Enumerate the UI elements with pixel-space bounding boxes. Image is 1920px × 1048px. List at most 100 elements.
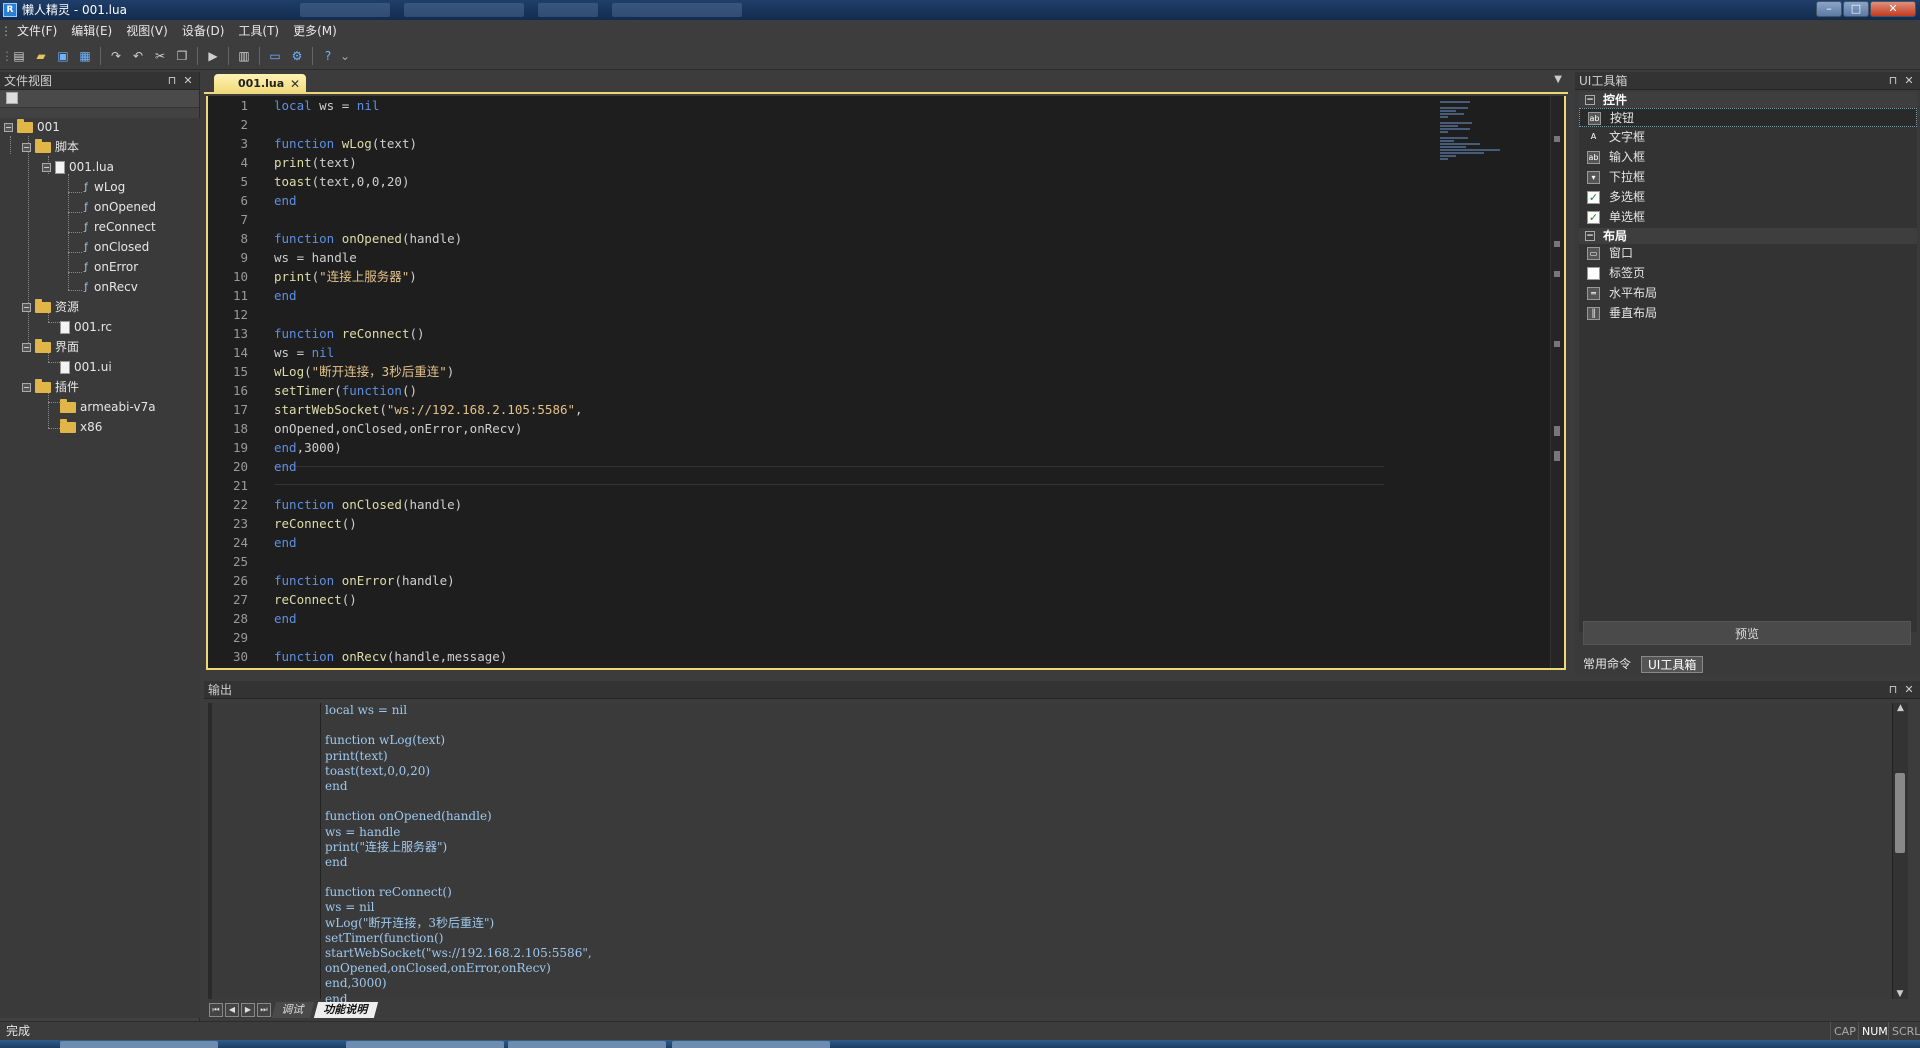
- redo-icon[interactable]: ↷: [106, 46, 126, 66]
- minimize-button[interactable]: –: [1816, 1, 1842, 17]
- preview-button[interactable]: 预览: [1583, 621, 1911, 645]
- code-editor[interactable]: 1 2 3 4 5 6 7 8 9 10 11 12 13 14 15 16 17 18 19 20 21 22 23 24 2…: [206, 96, 1566, 670]
- tab-list-dropdown-icon[interactable]: ▼: [1554, 74, 1562, 85]
- prev-tab-icon[interactable]: ◀: [225, 1003, 239, 1017]
- editor-area: 001.lua ✕ ▼ 1 2 3 4 5 6 7 8 9 10 11 12 13 14 15 16 17 18 1…: [204, 72, 1568, 672]
- status-bar: 完成 CAP NUM SCRL: [0, 1021, 1920, 1041]
- tree-node-function[interactable]: ƒ onRecv: [82, 278, 138, 296]
- tree-node-function[interactable]: ƒ onClosed: [82, 238, 149, 256]
- toolbox-item-tabpage[interactable]: 标签页: [1579, 264, 1917, 283]
- app-icon: R: [3, 3, 17, 17]
- code-line: function onOpened(handle): [274, 231, 463, 246]
- tree-node-lua-file[interactable]: −001.lua: [42, 158, 114, 176]
- pin-icon[interactable]: ⊓: [1886, 72, 1900, 90]
- tree-node-scripts[interactable]: − 脚本: [22, 138, 79, 156]
- code-line: wLog("断开连接，3秒后重连"): [274, 364, 455, 379]
- last-tab-icon[interactable]: ⏭: [257, 1003, 271, 1017]
- tab-function-docs[interactable]: 功能说明: [313, 1002, 379, 1018]
- save-icon[interactable]: ▣: [53, 46, 73, 66]
- output-line: print("连接上服务器"): [325, 839, 448, 854]
- device-icon[interactable]: ▭: [265, 46, 285, 66]
- output-line: function reConnect(): [325, 885, 452, 900]
- tabpage-layout-icon: [1587, 267, 1600, 280]
- toolbar-overflow-icon[interactable]: ⌄: [340, 46, 350, 66]
- folder-icon: [17, 119, 33, 133]
- tree-node-ui[interactable]: − 界面: [22, 338, 79, 356]
- maximize-button[interactable]: □: [1843, 1, 1869, 17]
- run-script-icon[interactable]: ▶: [203, 46, 223, 66]
- code-minimap[interactable]: [1440, 100, 1510, 200]
- next-tab-icon[interactable]: ▶: [241, 1003, 255, 1017]
- close-tab-icon[interactable]: ✕: [290, 74, 300, 94]
- tab-001-lua[interactable]: 001.lua ✕: [214, 74, 306, 94]
- debug-icon[interactable]: ▥: [234, 46, 254, 66]
- toolbox-item-input[interactable]: ab 输入框: [1579, 148, 1917, 167]
- pin-icon[interactable]: ⊓: [165, 72, 179, 90]
- function-icon: ƒ: [84, 221, 88, 233]
- menu-more[interactable]: 更多(M): [286, 20, 344, 42]
- editor-vertical-scrollbar[interactable]: [1550, 96, 1564, 668]
- output-log[interactable]: local ws = nil function wLog(text) print(t…: [320, 703, 1888, 1006]
- undo-icon[interactable]: ↶: [128, 46, 148, 66]
- tree-node-resources[interactable]: − 资源: [22, 298, 79, 316]
- menu-view[interactable]: 视图(V): [119, 20, 175, 42]
- menu-edit[interactable]: 编辑(E): [64, 20, 119, 42]
- function-icon: ƒ: [84, 181, 88, 193]
- tree-node-function[interactable]: ƒ wLog: [82, 178, 125, 196]
- copy-icon[interactable]: ❐: [172, 46, 192, 66]
- toolbox-item-vlayout[interactable]: ║ 垂直布局: [1579, 304, 1917, 323]
- tab-common-commands[interactable]: 常用命令: [1577, 656, 1637, 673]
- code-line: function reConnect(): [274, 326, 425, 341]
- close-icon[interactable]: ✕: [1902, 72, 1916, 90]
- file-icon: [55, 161, 65, 174]
- toolbox-item-textview[interactable]: A 文字框: [1579, 128, 1917, 147]
- toolbox-item-button[interactable]: ab 按钮: [1579, 108, 1917, 127]
- tree-node-function[interactable]: ƒ reConnect: [82, 218, 155, 236]
- line-number-gutter: 1 2 3 4 5 6 7 8 9 10 11 12 13 14 15 16 17 18 19 20 21 22 23 24 2…: [232, 98, 248, 664]
- group-controls[interactable]: − 控件: [1579, 92, 1917, 108]
- tree-node-function[interactable]: ƒ onError: [82, 258, 138, 276]
- tree-node-function[interactable]: ƒ onOpened: [82, 198, 156, 216]
- tab-ui-toolbox[interactable]: UI工具箱: [1641, 656, 1704, 673]
- new-file-icon[interactable]: ▤: [9, 46, 29, 66]
- close-icon[interactable]: ✕: [1902, 681, 1916, 699]
- tree-node-plugin-folder[interactable]: armeabi-v7a: [60, 398, 156, 416]
- help-icon[interactable]: ?: [318, 46, 338, 66]
- menu-tools[interactable]: 工具(T): [231, 20, 286, 42]
- refresh-icon[interactable]: [6, 92, 18, 104]
- tree-node-ui-file[interactable]: 001.ui: [60, 358, 112, 376]
- toolbox-item-checkbox[interactable]: ✓ 多选框: [1579, 188, 1917, 207]
- tree-node-plugin-folder[interactable]: x86: [60, 418, 102, 436]
- title-bar: R 懒人精灵 - 001.lua – □ ✕: [0, 0, 1920, 20]
- tree-node-root[interactable]: −001: [4, 118, 60, 136]
- output-vertical-scrollbar[interactable]: ▲ ▼: [1892, 703, 1908, 999]
- folder-icon: [35, 339, 51, 353]
- function-icon: ƒ: [84, 281, 88, 293]
- toolbox-item-window[interactable]: ▭ 窗口: [1579, 244, 1917, 263]
- code-line: ws = nil: [274, 345, 335, 360]
- first-tab-icon[interactable]: ⏮: [209, 1003, 223, 1017]
- tab-debug[interactable]: 调试: [271, 1002, 315, 1018]
- scroll-thumb[interactable]: [1895, 773, 1905, 853]
- cut-icon[interactable]: ✂: [150, 46, 170, 66]
- toolbox-item-radio[interactable]: ✓ 单选框: [1579, 208, 1917, 227]
- menu-device[interactable]: 设备(D): [175, 20, 232, 42]
- window-title: 懒人精灵 - 001.lua: [22, 3, 127, 17]
- toolbox-item-hlayout[interactable]: ═ 水平布局: [1579, 284, 1917, 303]
- toolbox-item-dropdown[interactable]: ▾ 下拉框: [1579, 168, 1917, 187]
- group-layout[interactable]: − 布局: [1579, 228, 1917, 244]
- settings-icon[interactable]: ⚙: [287, 46, 307, 66]
- tree-node-rc-file[interactable]: 001.rc: [60, 318, 112, 336]
- close-button[interactable]: ✕: [1870, 1, 1916, 17]
- ui-toolbox-title: UI工具箱: [1579, 74, 1628, 88]
- output-line: end,3000): [325, 976, 387, 991]
- output-line: toast(text,0,0,20): [325, 763, 431, 778]
- close-icon[interactable]: ✕: [181, 72, 195, 90]
- menu-file[interactable]: 文件(F): [10, 20, 64, 42]
- file-tree: −001 − 脚本 −001.lua ƒ wLog ƒ onOpened ƒ reCon…: [0, 118, 200, 1018]
- save-all-icon[interactable]: ▦: [75, 46, 95, 66]
- tree-node-plugins[interactable]: − 插件: [22, 378, 79, 396]
- toolbar-separator: [259, 47, 260, 65]
- pin-icon[interactable]: ⊓: [1886, 681, 1900, 699]
- open-folder-icon[interactable]: ▰: [31, 46, 51, 66]
